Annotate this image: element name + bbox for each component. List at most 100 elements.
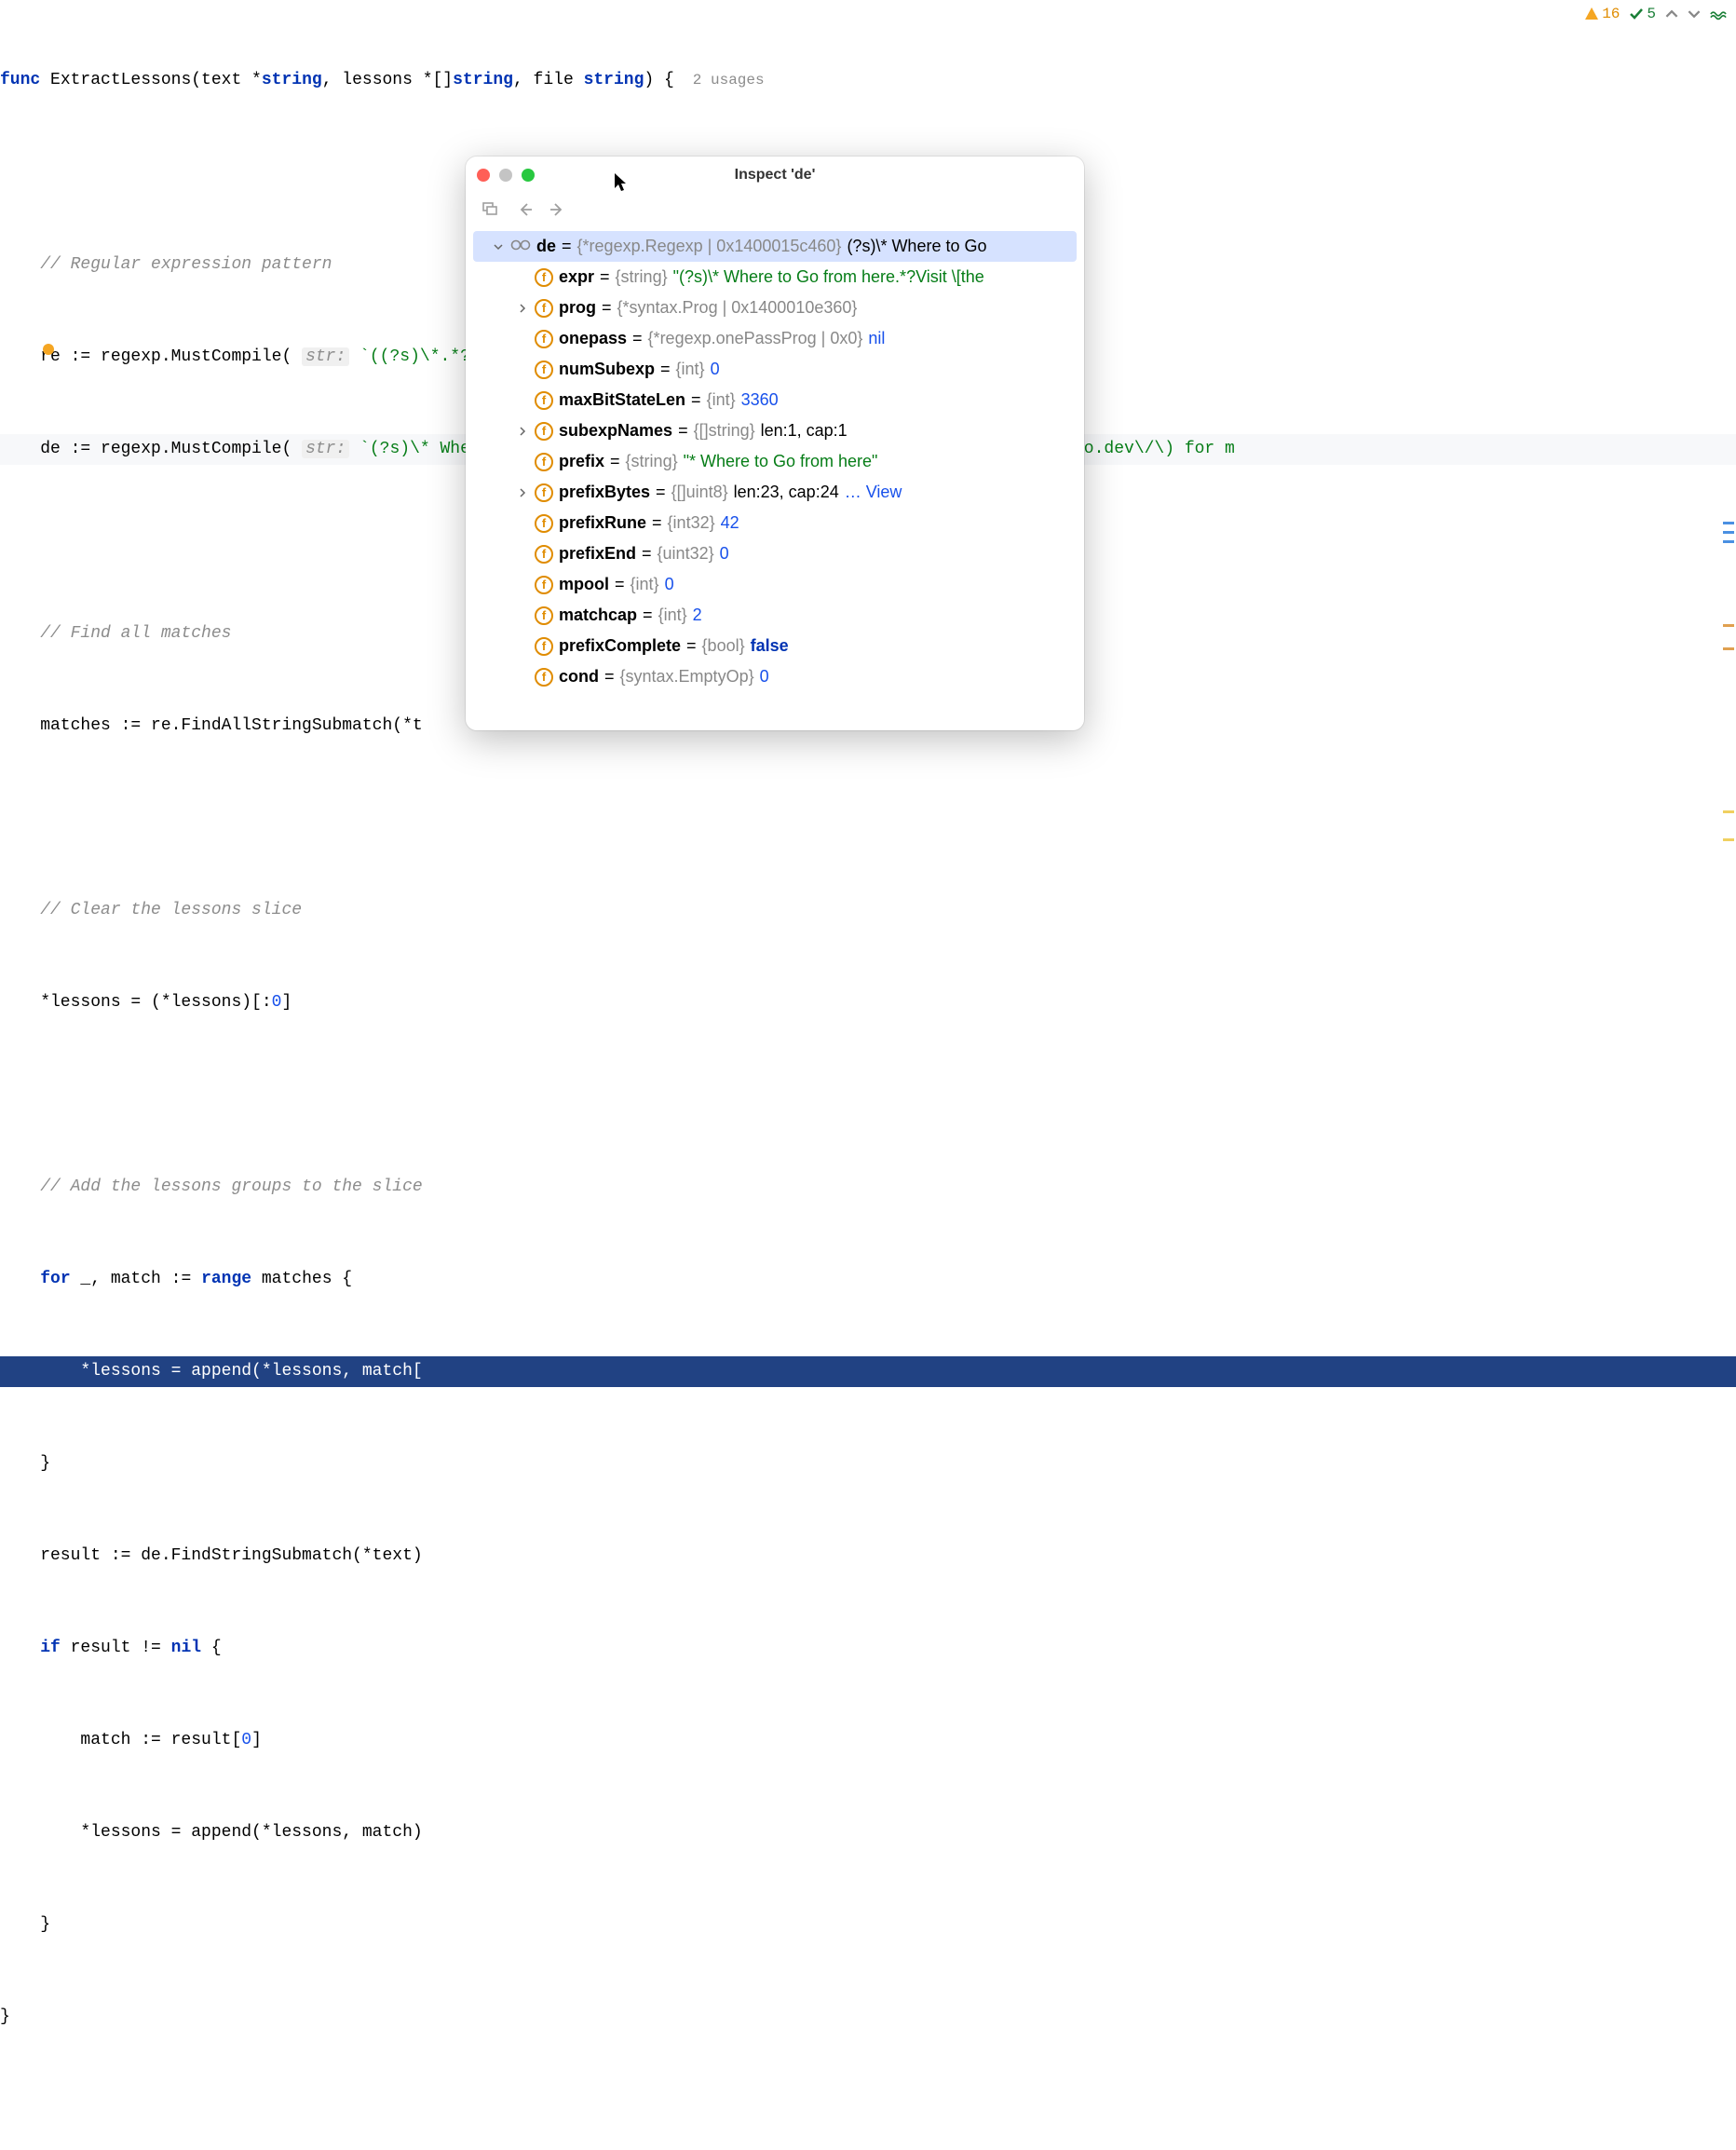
tree-field[interactable]: fnumSubexp = {int} 0 [473, 354, 1077, 385]
chevron-down-icon[interactable] [492, 242, 505, 252]
maximize-button[interactable] [522, 169, 535, 182]
warnings-badge[interactable]: 16 [1584, 6, 1620, 22]
field-value: 0 [711, 360, 720, 379]
traffic-lights [477, 169, 535, 182]
field-name: subexpNames [559, 421, 672, 441]
stripe-mark[interactable] [1723, 522, 1734, 524]
inspect-title: Inspect 'de' [466, 167, 1084, 184]
field-value: "(?s)\* Where to Go from here.*?Visit \[… [673, 267, 984, 287]
code-line: } [0, 2002, 1736, 2033]
field-type: {int} [676, 360, 705, 379]
field-type: {int32} [668, 513, 715, 533]
forward-icon[interactable] [549, 201, 564, 221]
execution-line: *lessons = append(*lessons, match[ [0, 1356, 1736, 1387]
field-name: prog [559, 298, 596, 318]
field-name: prefixRune [559, 513, 646, 533]
field-icon: f [535, 514, 553, 533]
field-value: false [751, 636, 789, 656]
field-name: prefix [559, 452, 604, 471]
code-line [0, 1080, 1736, 1110]
field-type: {[]string} [694, 421, 755, 441]
field-type: {int} [658, 606, 687, 625]
variable-tree[interactable]: de = {*regexp.Regexp | 0x1400015c460} (?… [466, 227, 1084, 730]
field-value: "* Where to Go from here" [684, 452, 878, 471]
stripe-mark[interactable] [1723, 624, 1734, 627]
code-comment: // Add the lessons groups to the slice [0, 1172, 1736, 1203]
field-icon: f [535, 453, 553, 471]
view-link[interactable]: … View [845, 483, 902, 502]
field-value: len:1, cap:1 [761, 421, 848, 441]
code-line [0, 2094, 1736, 2125]
tree-field[interactable]: fprefixBytes = {[]uint8} len:23, cap:24 … [473, 477, 1077, 508]
field-icon: f [535, 483, 553, 502]
cursor-icon [615, 173, 630, 198]
tree-field[interactable]: fmaxBitStateLen = {int} 3360 [473, 385, 1077, 415]
stripe-mark[interactable] [1723, 838, 1734, 841]
tree-field[interactable]: fsubexpNames = {[]string} len:1, cap:1 [473, 415, 1077, 446]
error-stripe[interactable] [1719, 0, 1736, 1075]
breakpoint-dot[interactable] [43, 344, 54, 355]
tree-field[interactable]: fprefix = {string} "* Where to Go from h… [473, 446, 1077, 477]
tree-field[interactable]: fprefixEnd = {uint32} 0 [473, 538, 1077, 569]
next-highlight-icon[interactable] [1688, 7, 1701, 20]
inspect-popup[interactable]: Inspect 'de' de = {*regexp.Regexp | 0x14… [466, 156, 1084, 730]
close-button[interactable] [477, 169, 490, 182]
code-line: *lessons = (*lessons)[:0] [0, 987, 1736, 1018]
warning-icon [1584, 7, 1599, 21]
code-line: } [0, 1449, 1736, 1479]
stripe-mark[interactable] [1723, 540, 1734, 543]
field-name: expr [559, 267, 594, 287]
tree-field[interactable]: fprefixRune = {int32} 42 [473, 508, 1077, 538]
code-line: func ExtractLessons(text *string, lesson… [0, 65, 1736, 96]
field-value: nil [868, 329, 885, 348]
back-icon[interactable] [518, 201, 533, 221]
field-icon: f [535, 299, 553, 318]
titlebar[interactable]: Inspect 'de' [466, 156, 1084, 194]
tree-field[interactable]: fcond = {syntax.EmptyOp} 0 [473, 661, 1077, 692]
tree-field[interactable]: fmpool = {int} 0 [473, 569, 1077, 600]
field-icon: f [535, 330, 553, 348]
chevron-right-icon[interactable] [516, 304, 529, 313]
prev-highlight-icon[interactable] [1665, 7, 1678, 20]
field-icon: f [535, 606, 553, 625]
field-type: {string} [616, 267, 668, 287]
tree-field[interactable]: fexpr = {string} "(?s)\* Where to Go fro… [473, 262, 1077, 293]
field-value: 0 [720, 544, 729, 564]
field-type: {string} [626, 452, 678, 471]
new-watch-icon[interactable] [482, 201, 501, 221]
field-name: maxBitStateLen [559, 390, 685, 410]
field-value: 0 [760, 667, 769, 687]
field-name: mpool [559, 575, 609, 594]
code-comment: // Clear the lessons slice [0, 895, 1736, 926]
field-icon: f [535, 576, 553, 594]
usage-hint[interactable]: 2 usages [674, 72, 765, 88]
field-type: {int} [631, 575, 659, 594]
param-hint: str: [302, 347, 349, 366]
tree-field[interactable]: fonepass = {*regexp.onePassProg | 0x0} n… [473, 323, 1077, 354]
tree-field[interactable]: fprog = {*syntax.Prog | 0x1400010e360} [473, 293, 1077, 323]
field-icon: f [535, 545, 553, 564]
checks-badge[interactable]: 5 [1629, 6, 1656, 22]
field-type: {uint32} [658, 544, 714, 564]
field-type: {[]uint8} [671, 483, 728, 502]
code-line: if result != nil { [0, 1633, 1736, 1664]
inspect-toolbar [466, 194, 1084, 227]
tree-root[interactable]: de = {*regexp.Regexp | 0x1400015c460} (?… [473, 231, 1077, 262]
stripe-mark[interactable] [1723, 531, 1734, 534]
field-value: 0 [665, 575, 674, 594]
code-line [0, 803, 1736, 834]
field-icon: f [535, 422, 553, 441]
watch-icon [510, 238, 531, 255]
field-icon: f [535, 637, 553, 656]
field-value: len:23, cap:24 [734, 483, 839, 502]
stripe-mark[interactable] [1723, 647, 1734, 650]
field-name: prefixComplete [559, 636, 681, 656]
field-value: 3360 [741, 390, 779, 410]
chevron-right-icon[interactable] [516, 427, 529, 436]
chevron-right-icon[interactable] [516, 488, 529, 497]
minimize-button[interactable] [499, 169, 512, 182]
stripe-mark[interactable] [1723, 810, 1734, 813]
tree-field[interactable]: fmatchcap = {int} 2 [473, 600, 1077, 631]
field-icon: f [535, 668, 553, 687]
tree-field[interactable]: fprefixComplete = {bool} false [473, 631, 1077, 661]
